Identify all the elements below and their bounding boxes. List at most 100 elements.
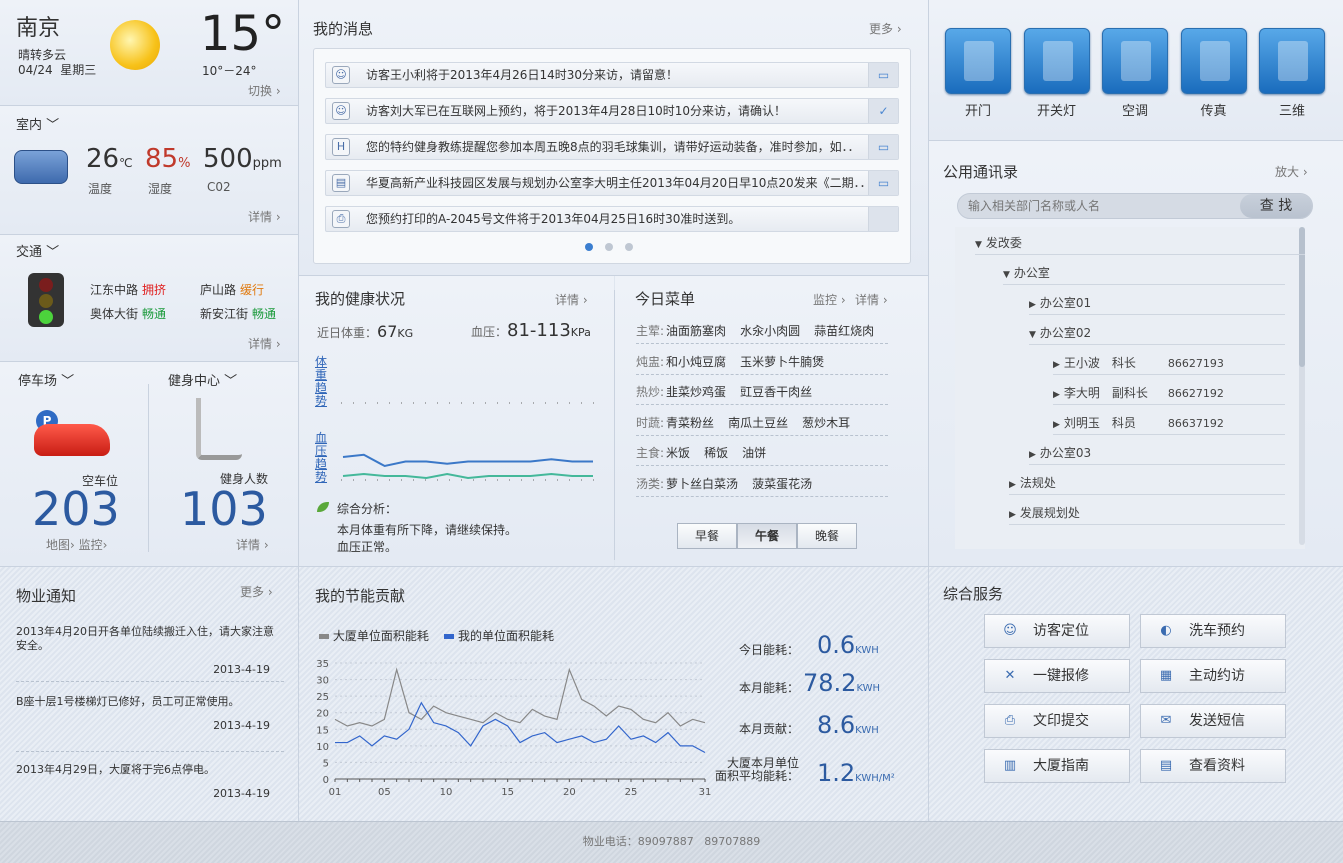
service-button[interactable]: ▤ 查看资料 — [1140, 749, 1286, 783]
avg-energy-value: 1.2KWH/M² — [817, 759, 895, 787]
tree-label: 办公室02 — [1039, 326, 1092, 340]
tool-label[interactable]: 空调 — [1102, 100, 1168, 119]
meal-tab[interactable]: 早餐 — [677, 523, 737, 549]
caret-down-icon[interactable]: ▼ — [1029, 330, 1036, 340]
legend-building: 大厦单位面积能耗 — [332, 629, 429, 643]
x-tick-label: 20 — [563, 787, 576, 798]
message-item[interactable]: ▤ 华夏高新产业科技园区发展与规划办公室李大明主任2013年04月20日早10点2… — [325, 170, 899, 196]
tree-node-person[interactable]: ▶ 李大明 副科长 86627192 — [1053, 381, 1285, 405]
analysis-text-2: 血压正常。 — [337, 540, 398, 554]
meal-tab[interactable]: 晚餐 — [797, 523, 857, 549]
service-button[interactable]: ✉ 发送短信 — [1140, 704, 1286, 738]
caret-down-icon[interactable]: ▼ — [1003, 270, 1010, 280]
service-button[interactable]: ▦ 主动约访 — [1140, 659, 1286, 693]
notices-more-link[interactable]: 更多 — [240, 583, 273, 600]
tree-node-person[interactable]: ▶ 王小波 科长 86627193 — [1053, 351, 1285, 375]
road-status-value: 拥挤 — [142, 283, 167, 297]
tree-node-office01[interactable]: ▶ 办公室01 — [1029, 291, 1285, 315]
humid-label: 湿度 — [148, 182, 173, 196]
caret-right-icon[interactable]: ▶ — [1053, 390, 1060, 400]
gym-title[interactable]: 健身中心 ﹀ — [168, 370, 237, 389]
traffic-title[interactable]: 交通 ﹀ — [16, 241, 59, 260]
notice-text: B座十层1号楼梯灯已修好，员工可正常使用。 — [16, 695, 240, 708]
health-more-link[interactable]: 详情 — [555, 291, 588, 308]
confirm-icon[interactable]: ✓ — [868, 99, 898, 123]
zoom-link[interactable]: 放大 — [1275, 163, 1308, 180]
directory-search-input[interactable] — [968, 197, 1228, 215]
caret-right-icon[interactable]: ▶ — [1009, 510, 1016, 520]
caret-right-icon[interactable]: ▶ — [1053, 360, 1060, 370]
caret-right-icon[interactable]: ▶ — [1029, 300, 1036, 310]
caret-down-icon[interactable]: ▼ — [975, 240, 982, 250]
tree-node-person[interactable]: ▶ 刘明玉 科员 86637192 — [1053, 411, 1285, 435]
gym-more-link[interactable]: 详情 — [236, 536, 269, 553]
3d-building-icon[interactable] — [1259, 28, 1325, 94]
indoor-co2: 500ppm — [203, 144, 282, 174]
tree-node-plan[interactable]: ▶ 发展规划处 — [1009, 501, 1285, 525]
x-tick-label: 05 — [378, 787, 391, 798]
tree-node-law[interactable]: ▶ 法规处 — [1009, 471, 1285, 495]
tool-label[interactable]: 三维 — [1259, 100, 1325, 119]
month-energy-value: 78.2KWH — [803, 669, 880, 697]
meal-tab[interactable]: 午餐 — [737, 523, 797, 549]
tool-label[interactable]: 开关灯 — [1024, 100, 1090, 119]
x-tick-label: 10 — [440, 787, 453, 798]
caret-right-icon[interactable]: ▶ — [1029, 450, 1036, 460]
map-link[interactable]: 地图 — [46, 538, 70, 552]
indoor-title[interactable]: 室内 ﹀ — [16, 114, 59, 133]
visitor-icon: ☺ — [332, 102, 350, 120]
service-button[interactable]: ◐ 洗车预约 — [1140, 614, 1286, 648]
health-trend-chart — [341, 402, 595, 481]
pager-dot-active[interactable] — [585, 243, 593, 251]
message-item[interactable]: H 您的特约健身教练提醒您参加本周五晚8点的羽毛球集训，请带好运动装备，准时参加，… — [325, 134, 899, 160]
message-item[interactable]: ☺ 访客刘大军已在互联网上预约，将于2013年4月28日10时10分来访，请确认！… — [325, 98, 899, 124]
message-item[interactable]: ⎙ 您预约打印的A-2045号文件将于2013年04月25日16时30准时送到。 — [325, 206, 899, 232]
blank-icon[interactable] — [868, 207, 898, 231]
monitor-link[interactable]: 监控 — [79, 538, 103, 552]
caret-right-icon[interactable]: ▶ — [1053, 420, 1060, 430]
service-button[interactable]: ✕ 一键报修 — [984, 659, 1130, 693]
notice-item[interactable]: 2013年4月29日，大厦将于完6点停电。 2013-4-19 — [16, 763, 284, 801]
menu-category: 热炒: — [636, 385, 665, 399]
service-button[interactable]: ⎙ 文印提交 — [984, 704, 1130, 738]
unit: KWH — [855, 645, 879, 656]
caret-right-icon[interactable]: ▶ — [1009, 480, 1016, 490]
aircon-icon[interactable] — [1102, 28, 1168, 94]
tree-node-office03[interactable]: ▶ 办公室03 — [1029, 441, 1285, 465]
tree-node-office[interactable]: ▼ 办公室 — [1003, 261, 1285, 285]
message-item[interactable]: ☺ 访客王小利将于2013年4月26日14时30分来访，请留意！ ▭ — [325, 62, 899, 88]
directory-panel: 公用通讯录 放大 查 找 ▼发改委▼办公室▶办公室01▼办公室02▶王小波科长8… — [929, 141, 1343, 566]
today-energy-value: 0.6KWH — [817, 631, 879, 659]
tool-label[interactable]: 传真 — [1181, 100, 1247, 119]
fax-icon[interactable] — [1180, 28, 1247, 94]
tree-scrollbar[interactable] — [1299, 227, 1305, 545]
chat-icon[interactable]: ▭ — [868, 63, 898, 87]
road-name: 庐山路 — [200, 283, 237, 297]
tree-node-root[interactable]: ▼ 发改委 — [975, 231, 1305, 255]
indoor-more-link[interactable]: 详情 — [248, 208, 281, 225]
directory-search-button[interactable]: 查 找 — [1240, 194, 1312, 218]
traffic-more-link[interactable]: 详情 — [248, 335, 281, 352]
x-tick-label: 15 — [501, 787, 514, 798]
pager-dot[interactable] — [605, 243, 613, 251]
tool-label[interactable]: 开门 — [945, 100, 1011, 119]
menu-monitor-link[interactable]: 监控 — [813, 291, 846, 308]
door-icon[interactable] — [945, 28, 1011, 94]
menu-more-link[interactable]: 详情 — [855, 291, 888, 308]
traffic-panel: 交通 ﹀ 江东中路 拥挤 庐山路 缓行 奥体大街 畅通 新安江街 畅通 详情 — [0, 235, 298, 361]
bulb-icon[interactable] — [1023, 28, 1090, 94]
messages-more-link[interactable]: 更多 — [869, 20, 902, 37]
parking-title[interactable]: 停车场 ﹀ — [18, 370, 74, 389]
contrib-value: 8.6KWH — [817, 711, 879, 739]
chat-icon[interactable]: ▭ — [868, 171, 898, 195]
service-button[interactable]: ▥ 大厦指南 — [984, 749, 1130, 783]
pager-dot[interactable] — [625, 243, 633, 251]
switch-link[interactable]: 切换 — [248, 82, 281, 99]
repair-icon: ✕ — [1004, 668, 1016, 683]
tree-node-office02[interactable]: ▼ 办公室02 — [1029, 321, 1285, 345]
service-button[interactable]: ☺ 访客定位 — [984, 614, 1130, 648]
chat-icon[interactable]: ▭ — [868, 135, 898, 159]
co2-unit: ppm — [252, 156, 282, 171]
notice-item[interactable]: B座十层1号楼梯灯已修好，员工可正常使用。 2013-4-19 — [16, 695, 284, 752]
notice-item[interactable]: 2013年4月20日开各单位陆续搬迁入住，请大家注意安全。 2013-4-19 — [16, 625, 284, 682]
